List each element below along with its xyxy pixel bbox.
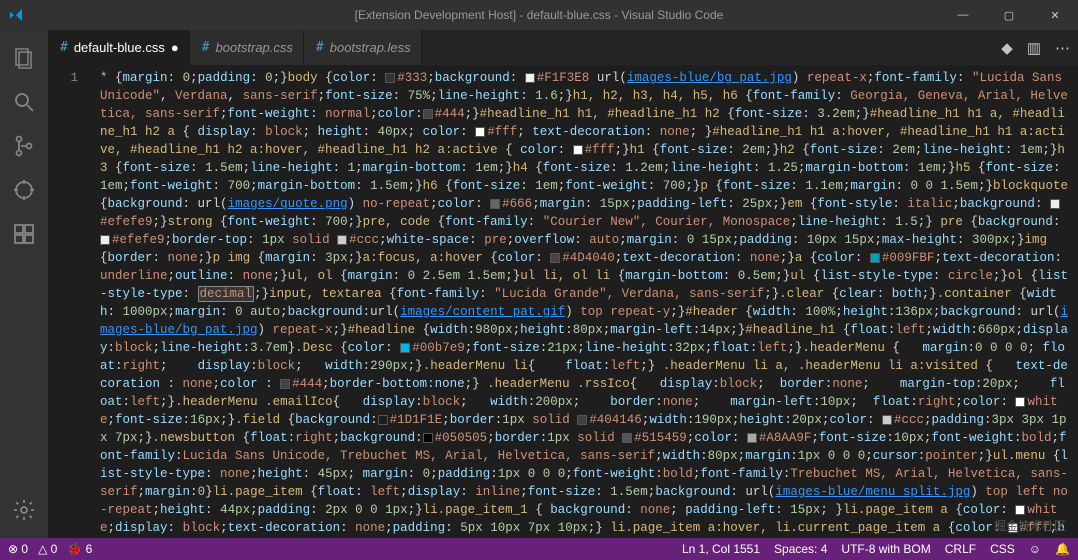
window-title: [Extension Development Host] - default-b… — [355, 8, 724, 22]
editor-area: # default-blue.css ● # bootstrap.css # b… — [48, 30, 1078, 538]
settings-icon[interactable] — [0, 490, 48, 530]
title-bar: [Extension Development Host] - default-b… — [0, 0, 1078, 30]
maximize-button[interactable]: ▢ — [986, 0, 1032, 30]
feedback-icon[interactable]: ☺ — [1029, 542, 1041, 556]
minimize-button[interactable]: — — [940, 0, 986, 30]
debug-icon[interactable] — [0, 170, 48, 210]
line-gutter: 1 — [48, 65, 96, 538]
indent-spaces[interactable]: Spaces: 4 — [774, 542, 827, 556]
css-file-icon: # — [202, 40, 210, 55]
window-controls: — ▢ ✕ — [940, 0, 1078, 30]
cursor-selection: decimal — [198, 286, 255, 302]
search-icon[interactable] — [0, 82, 48, 122]
status-bugs[interactable]: 🐞 6 — [67, 542, 92, 556]
status-errors[interactable]: ⊗ 0 — [8, 542, 28, 556]
tab-bootstrap-css[interactable]: # bootstrap.css — [190, 30, 304, 65]
tab-bootstrap-less[interactable]: # bootstrap.less — [304, 30, 422, 65]
extensions-icon[interactable] — [0, 214, 48, 254]
tab-dirty-indicator: ● — [171, 40, 179, 55]
activity-bar — [0, 30, 48, 538]
eol-type[interactable]: CRLF — [945, 542, 976, 556]
editor-content[interactable]: 1 * {margin: 0;padding: 0;}body {color: … — [48, 65, 1078, 538]
close-button[interactable]: ✕ — [1032, 0, 1078, 30]
status-bar: ⊗ 0 △ 0 🐞 6 Ln 1, Col 1551 Spaces: 4 UTF… — [0, 538, 1078, 560]
status-warnings[interactable]: △ 0 — [38, 542, 57, 556]
less-file-icon: # — [316, 40, 324, 55]
tab-label: default-blue.css — [74, 40, 165, 55]
tab-default-blue[interactable]: # default-blue.css ● — [48, 30, 190, 65]
line-number: 1 — [48, 69, 78, 87]
css-file-icon: # — [60, 40, 68, 55]
language-mode[interactable]: CSS — [990, 542, 1015, 556]
app-icon — [8, 7, 24, 23]
more-actions-icon[interactable]: ⋯ — [1055, 39, 1070, 57]
tab-label: bootstrap.css — [216, 40, 293, 55]
file-encoding[interactable]: UTF-8 with BOM — [841, 542, 930, 556]
cursor-position[interactable]: Ln 1, Col 1551 — [682, 542, 760, 556]
split-editor-icon[interactable]: ▥ — [1027, 39, 1041, 57]
code-area[interactable]: * {margin: 0;padding: 0;}body {color: #3… — [96, 65, 1078, 538]
status-right: Ln 1, Col 1551 Spaces: 4 UTF-8 with BOM … — [682, 542, 1070, 556]
title-bar-left — [0, 7, 24, 23]
main-area: # default-blue.css ● # bootstrap.css # b… — [0, 30, 1078, 538]
status-left: ⊗ 0 △ 0 🐞 6 — [8, 542, 92, 556]
watermark: 掘金技术社区 — [994, 517, 1066, 534]
tab-label: bootstrap.less — [330, 40, 411, 55]
compare-icon[interactable]: ◆ — [1001, 39, 1013, 57]
scm-icon[interactable] — [0, 126, 48, 166]
tab-bar: # default-blue.css ● # bootstrap.css # b… — [48, 30, 1078, 65]
explorer-icon[interactable] — [0, 38, 48, 78]
tab-bar-actions: ◆ ▥ ⋯ — [1001, 30, 1078, 65]
notifications-icon[interactable]: 🔔 — [1055, 542, 1070, 556]
